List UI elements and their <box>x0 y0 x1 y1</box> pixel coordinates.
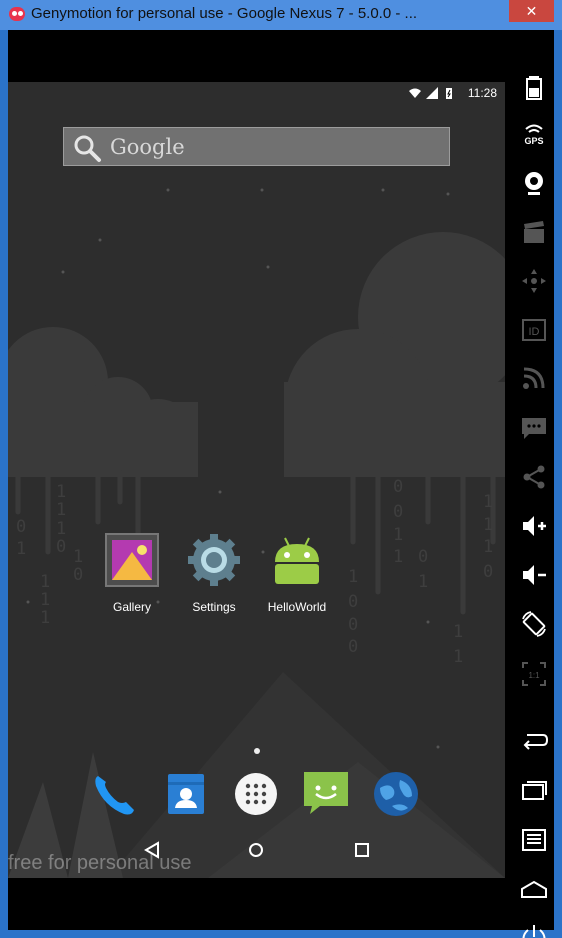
settings-icon <box>188 534 240 586</box>
svg-text:1: 1 <box>418 572 428 592</box>
media-icon[interactable] <box>519 218 549 248</box>
phone-icon[interactable] <box>90 770 138 818</box>
svg-text:1: 1 <box>73 547 83 567</box>
power-icon[interactable] <box>519 922 549 938</box>
android-screen[interactable]: 01 1110 111 10 1000 0011 01 1110 11 11:2… <box>8 82 505 878</box>
home-icon[interactable] <box>244 838 268 862</box>
dpad-icon[interactable] <box>519 266 549 296</box>
svg-text:0: 0 <box>483 562 493 582</box>
app-helloworld[interactable]: HelloWorld <box>257 532 337 614</box>
webcam-icon[interactable] <box>519 168 549 198</box>
svg-text:1: 1 <box>56 500 66 520</box>
svg-text:1: 1 <box>483 492 493 512</box>
menu-icon[interactable] <box>519 825 549 855</box>
svg-text:1: 1 <box>348 567 358 587</box>
svg-text:1: 1 <box>483 537 493 557</box>
pixel-perfect-icon[interactable]: 1:1 <box>519 659 549 689</box>
back-icon[interactable] <box>519 725 549 755</box>
app-label-gallery: Gallery <box>112 600 151 614</box>
pixel-perfect-label: 1:1 <box>528 671 540 680</box>
battery-icon <box>446 88 452 99</box>
personal-use-watermark: free for personal use <box>8 852 192 874</box>
contacts-icon[interactable] <box>162 770 210 818</box>
battery-icon[interactable] <box>519 72 549 102</box>
rss-icon[interactable] <box>519 363 549 393</box>
svg-text:1: 1 <box>56 519 66 539</box>
svg-text:0: 0 <box>56 537 66 557</box>
app-gallery[interactable]: Gallery <box>92 532 172 614</box>
window-close-button[interactable]: ✕ <box>509 0 554 22</box>
browser-icon[interactable] <box>372 770 420 818</box>
svg-text:1: 1 <box>40 572 50 592</box>
app-label-helloworld: HelloWorld <box>267 600 327 614</box>
messaging-icon[interactable] <box>302 768 350 816</box>
gps-label: GPS <box>524 136 543 146</box>
app-settings[interactable]: Settings <box>174 532 254 614</box>
svg-text:0: 0 <box>348 615 358 635</box>
app-drawer-icon[interactable] <box>232 770 280 818</box>
sms-icon[interactable] <box>519 413 549 443</box>
id-label: ID <box>529 326 540 338</box>
svg-text:1: 1 <box>40 590 50 610</box>
share-icon[interactable] <box>519 462 549 492</box>
genymotion-toolbar: GPS ID 1:1 <box>513 60 554 938</box>
device-frame: 01 1110 111 10 1000 0011 01 1110 11 11:2… <box>8 30 554 938</box>
app-label-settings: Settings <box>192 600 236 614</box>
svg-text:1: 1 <box>483 515 493 535</box>
recents-icon[interactable] <box>519 775 549 805</box>
svg-text:1: 1 <box>453 622 463 642</box>
window-title: Genymotion for personal use - Google Nex… <box>31 5 418 22</box>
gallery-icon <box>105 533 159 587</box>
google-search-bar[interactable]: Google <box>63 127 450 166</box>
signal-icon <box>426 87 438 99</box>
svg-text:0: 0 <box>348 592 358 612</box>
genymotion-logo-icon <box>9 7 25 21</box>
window-titlebar[interactable]: Genymotion for personal use - Google Nex… <box>0 0 562 30</box>
svg-text:1: 1 <box>393 525 403 545</box>
volume-down-icon[interactable] <box>519 560 549 590</box>
svg-text:1: 1 <box>40 608 50 628</box>
status-bar[interactable]: 11:28 <box>8 82 505 106</box>
volume-up-icon[interactable] <box>519 511 549 541</box>
svg-text:0: 0 <box>393 477 403 497</box>
recents-icon[interactable] <box>350 838 374 862</box>
page-indicator-dot <box>254 748 260 754</box>
svg-text:1: 1 <box>56 482 66 502</box>
svg-text:1: 1 <box>453 647 463 667</box>
status-time: 11:28 <box>467 86 497 100</box>
svg-text:0: 0 <box>348 637 358 657</box>
svg-text:0: 0 <box>73 565 83 585</box>
rotate-icon[interactable] <box>519 609 549 639</box>
svg-text:0: 0 <box>393 502 403 522</box>
id-icon[interactable]: ID <box>519 315 549 345</box>
wallpaper: 01 1110 111 10 1000 0011 01 1110 11 <box>8 82 505 878</box>
svg-text:0: 0 <box>16 517 26 537</box>
svg-text:0: 0 <box>418 547 428 567</box>
android-icon <box>275 537 319 584</box>
home-icon[interactable] <box>519 873 549 903</box>
search-label: Google <box>110 135 185 159</box>
search-icon <box>74 135 101 162</box>
svg-text:1: 1 <box>16 539 26 559</box>
svg-text:1: 1 <box>393 547 403 567</box>
wifi-icon <box>409 88 421 98</box>
gps-icon[interactable]: GPS <box>519 120 549 150</box>
